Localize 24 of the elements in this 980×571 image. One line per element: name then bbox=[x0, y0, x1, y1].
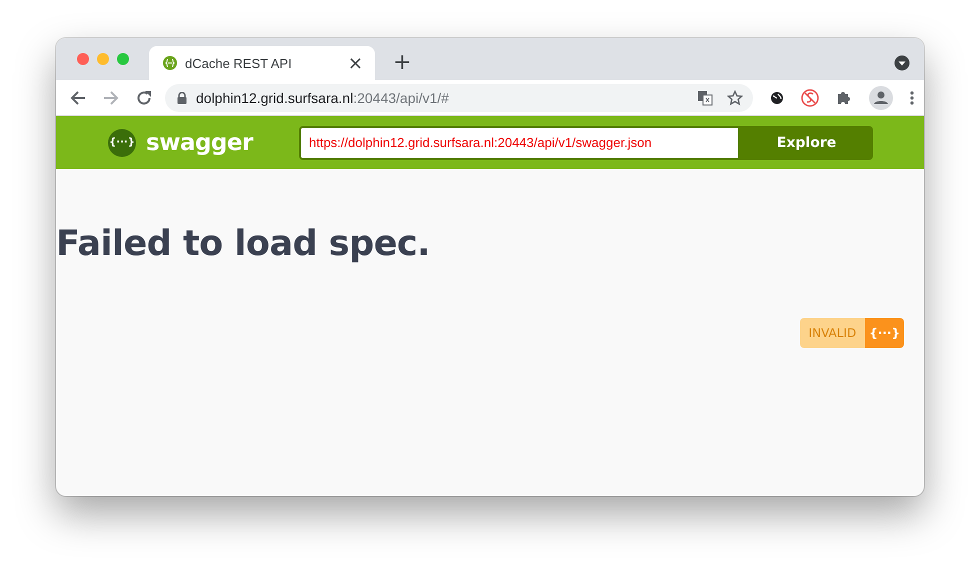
puzzle-icon[interactable] bbox=[836, 90, 852, 106]
spec-url-field[interactable]: https://dolphin12.grid.surfsara.nl:20443/api/v1/swagger.json bbox=[299, 126, 740, 160]
close-tab-button[interactable]: × bbox=[344, 52, 367, 74]
favicon-icon bbox=[163, 56, 177, 70]
extension-logo-icon[interactable] bbox=[801, 88, 819, 106]
reload-icon[interactable] bbox=[136, 90, 152, 106]
new-tab-button[interactable]: + bbox=[389, 50, 416, 75]
profile-avatar-icon[interactable] bbox=[869, 86, 893, 110]
address-bar[interactable]: dolphin12.grid.surfsara.nl:20443/api/v1/# bbox=[165, 84, 753, 112]
lock-icon bbox=[177, 92, 187, 104]
tab-title: dCache REST API bbox=[185, 56, 292, 70]
star-icon[interactable] bbox=[727, 90, 743, 106]
browser-tab[interactable]: dCache REST API × bbox=[149, 46, 375, 80]
validator-braces-icon: {···} bbox=[865, 318, 904, 348]
tab-search-icon[interactable] bbox=[894, 55, 910, 71]
menu-icon[interactable] bbox=[910, 90, 914, 104]
explore-button[interactable]: Explore bbox=[740, 126, 873, 160]
swagger-logo-text: swagger bbox=[146, 130, 253, 156]
swagger-logo-icon: {···} bbox=[108, 128, 136, 156]
globe-icon[interactable] bbox=[770, 90, 784, 104]
error-heading: Failed to load spec. bbox=[56, 224, 431, 264]
translate-icon[interactable] bbox=[697, 90, 713, 106]
back-icon[interactable] bbox=[70, 90, 86, 106]
validator-status-text: INVALID bbox=[800, 318, 866, 348]
